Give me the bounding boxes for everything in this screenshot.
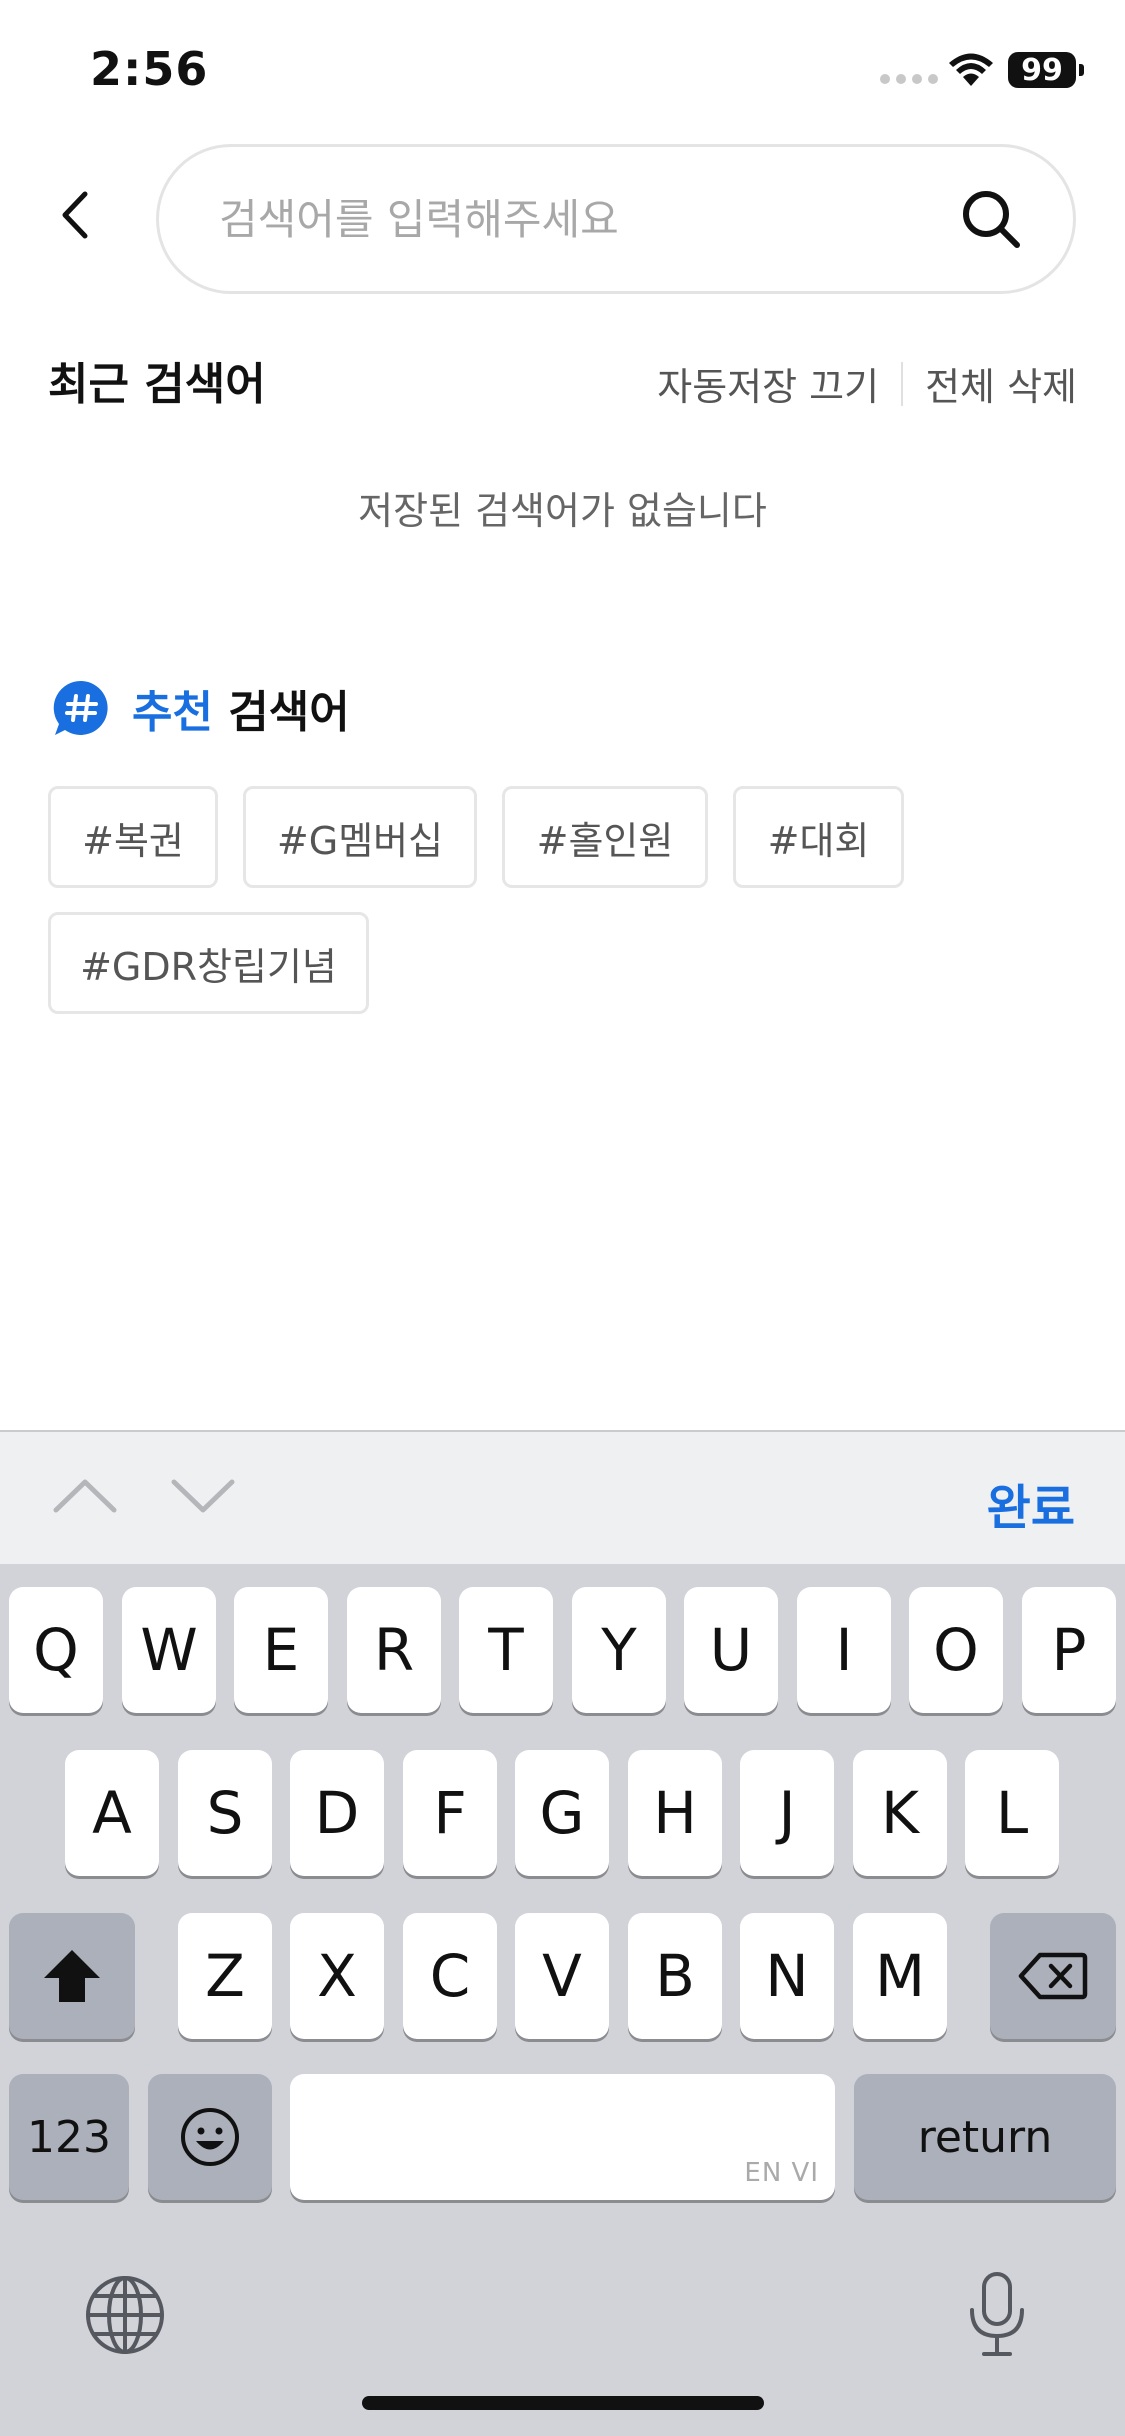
key-x[interactable]: X: [290, 1913, 384, 2039]
key-d[interactable]: D: [290, 1750, 384, 1876]
tag-chip[interactable]: #GDR창립기념: [48, 912, 369, 1014]
recommended-header: 추천 검색어: [52, 676, 350, 740]
back-button[interactable]: [40, 180, 110, 250]
shift-icon: [44, 1950, 100, 2002]
language-hint: EN VI: [744, 2158, 819, 2188]
emoji-key[interactable]: [148, 2074, 272, 2200]
delete-all-button[interactable]: 전체 삭제: [925, 356, 1077, 411]
tag-chip[interactable]: #G멤버십: [243, 786, 477, 888]
numbers-key[interactable]: 123: [9, 2074, 129, 2200]
key-m[interactable]: M: [853, 1913, 947, 2039]
search-icon[interactable]: [959, 187, 1023, 251]
home-indicator[interactable]: [362, 2396, 764, 2410]
divider: [901, 361, 904, 406]
space-key[interactable]: EN VI: [290, 2074, 835, 2200]
microphone-icon[interactable]: [964, 2270, 1030, 2360]
globe-icon[interactable]: [84, 2274, 166, 2356]
tag-chip[interactable]: #복권: [48, 786, 218, 888]
key-j[interactable]: J: [740, 1750, 834, 1876]
key-p[interactable]: P: [1022, 1587, 1116, 1713]
chevron-down-icon[interactable]: [168, 1470, 238, 1520]
key-f[interactable]: F: [403, 1750, 497, 1876]
hashtag-chat-icon: [53, 680, 108, 735]
key-g[interactable]: G: [515, 1750, 609, 1876]
status-bar: 2:56 99: [0, 0, 1125, 140]
key-n[interactable]: N: [740, 1913, 834, 2039]
back-chevron-icon: [62, 191, 88, 239]
tag-chip[interactable]: #대회: [733, 786, 904, 888]
key-u[interactable]: U: [684, 1587, 778, 1713]
key-l[interactable]: L: [965, 1750, 1059, 1876]
emoji-icon: [181, 2108, 239, 2166]
key-e[interactable]: E: [234, 1587, 328, 1713]
battery-indicator: 99: [1008, 52, 1084, 88]
key-a[interactable]: A: [65, 1750, 159, 1876]
key-w[interactable]: W: [122, 1587, 216, 1713]
key-k[interactable]: K: [853, 1750, 947, 1876]
key-t[interactable]: T: [459, 1587, 553, 1713]
key-y[interactable]: Y: [572, 1587, 666, 1713]
key-z[interactable]: Z: [178, 1913, 272, 2039]
auto-save-off-button[interactable]: 자동저장 끄기: [657, 356, 879, 411]
status-time: 2:56: [90, 42, 209, 96]
keyboard: Q W E R T Y U I O P A S D F G H J K L Z …: [0, 1564, 1125, 2436]
key-h[interactable]: H: [628, 1750, 722, 1876]
recommended-title: 추천 검색어: [132, 687, 350, 738]
search-box: [156, 144, 1076, 294]
key-q[interactable]: Q: [9, 1587, 103, 1713]
keyboard-accessory-bar: 완료: [0, 1430, 1125, 1564]
tag-chip[interactable]: #홀인원: [502, 786, 708, 888]
key-s[interactable]: S: [178, 1750, 272, 1876]
delete-icon: [1018, 1952, 1088, 2000]
recent-searches-title: 최근 검색어: [48, 359, 266, 410]
chevron-up-icon[interactable]: [50, 1470, 120, 1520]
delete-key[interactable]: [990, 1913, 1116, 2039]
key-r[interactable]: R: [347, 1587, 441, 1713]
cellular-signal-icon: [880, 74, 938, 84]
shift-key[interactable]: [9, 1913, 135, 2039]
key-c[interactable]: C: [403, 1913, 497, 2039]
key-o[interactable]: O: [909, 1587, 1003, 1713]
key-v[interactable]: V: [515, 1913, 609, 2039]
key-b[interactable]: B: [628, 1913, 722, 2039]
wifi-icon: [949, 53, 993, 86]
done-button[interactable]: 완료: [987, 1468, 1075, 1538]
search-input[interactable]: [219, 147, 939, 291]
recent-actions: 자동저장 끄기 전체 삭제: [657, 356, 1077, 411]
return-key[interactable]: return: [854, 2074, 1116, 2200]
key-i[interactable]: I: [797, 1587, 891, 1713]
empty-recent-message: 저장된 검색어가 없습니다: [358, 489, 767, 533]
